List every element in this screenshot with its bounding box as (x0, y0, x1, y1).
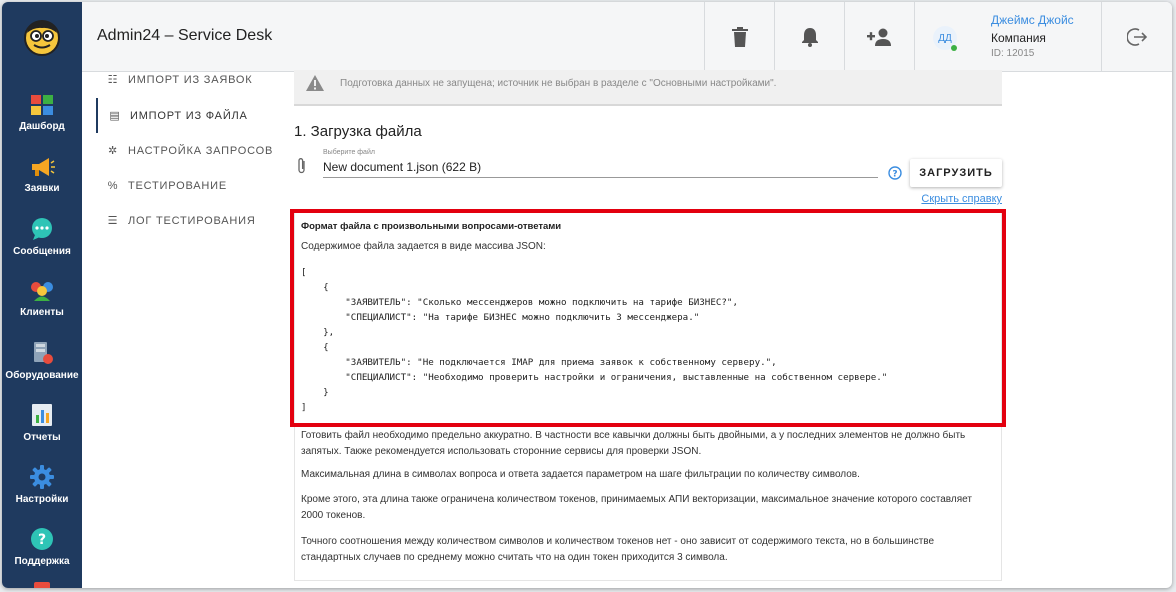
notifications-button[interactable] (774, 2, 844, 72)
bell-icon (801, 28, 818, 47)
sidebar-item-reports[interactable]: Отчеты (2, 392, 82, 454)
section-title: 1. Загрузка файла (294, 123, 422, 140)
warning-icon (306, 75, 324, 91)
sidebar-item-equipment[interactable]: Оборудование (2, 330, 82, 392)
add-user-icon (866, 28, 891, 46)
sidebar-item-label: Поддержка (14, 556, 70, 567)
app-window: Дашборд Заявки Сообщения Клиенты Оборудо… (2, 2, 1172, 588)
file-field-label: Выберите файл (323, 149, 375, 156)
submenu-import-from-requests[interactable]: ☷ Импорт из заявок (96, 62, 276, 97)
logout-icon (1127, 28, 1147, 46)
user-company: Компания (991, 31, 1046, 45)
sidebar-item-support[interactable]: ? Поддержка (2, 516, 82, 578)
hide-help-link[interactable]: Скрыть справку (907, 193, 1002, 205)
highlight-frame (290, 209, 1006, 427)
user-id: ID: 12015 (991, 48, 1035, 59)
help-icon: ? (31, 528, 53, 550)
help-paragraph-2: Максимальная длина в символах вопроса и … (301, 469, 860, 480)
paperclip-icon (298, 158, 305, 174)
trash-icon (731, 27, 748, 47)
question-icon[interactable]: ? (888, 166, 902, 180)
app-logo[interactable] (2, 2, 82, 72)
add-user-button[interactable] (844, 2, 914, 72)
logout-button[interactable] (1102, 2, 1172, 72)
chat-icon (32, 218, 52, 240)
percent-icon: % (107, 179, 119, 192)
help-paragraph-1: Готовить файл необходимо предельно аккур… (301, 430, 966, 457)
submenu-request-settings[interactable]: ✲ Настройка запросов (96, 133, 276, 168)
sidebar-item-settings[interactable]: Настройки (2, 454, 82, 516)
app-title: Admin24 – Service Desk (97, 27, 273, 44)
upload-button[interactable]: ЗАГРУЗИТЬ (910, 159, 1002, 187)
sidebar-item-label: Настройки (15, 494, 69, 505)
sidebar-item-label: Клиенты (20, 307, 64, 318)
sidebar-item-label: Оборудование (5, 370, 79, 381)
submenu-testing[interactable]: % Тестирование (96, 168, 276, 203)
sidebar-item-clients[interactable]: Клиенты (2, 268, 82, 330)
sidebar-item-messages[interactable]: Сообщения (2, 206, 82, 268)
dashboard-icon (31, 95, 53, 115)
main-sidebar: Дашборд Заявки Сообщения Клиенты Оборудо… (2, 2, 82, 588)
help-paragraph-4: Точного соотношения между количеством си… (301, 536, 935, 563)
help-paragraph-3: Кроме этого, эта длина также ограничена … (301, 494, 972, 521)
gear-icon (30, 465, 54, 489)
logo-face-icon (24, 20, 60, 56)
warning-alert: Подготовка данных не запущена; источник … (294, 70, 1002, 106)
file-input[interactable]: New document 1.json (622 B) (323, 160, 878, 178)
megaphone-icon (32, 158, 55, 176)
user-name[interactable]: Джеймс Джойс (991, 13, 1074, 27)
clients-icon (31, 282, 53, 301)
submenu-import-from-file[interactable]: ▤ Импорт из файла (96, 98, 276, 133)
sidebar-item-requests[interactable]: Заявки (2, 144, 82, 206)
sidebar-item-label: Заявки (24, 183, 60, 194)
import-requests-icon: ☷ (107, 74, 119, 86)
sidebar-item-label: Отчеты (23, 432, 61, 443)
list-icon: ☰ (107, 215, 119, 227)
alert-text: Подготовка данных не запущена; источник … (340, 78, 777, 89)
sidebar-item-label: Сообщения (13, 246, 71, 257)
submenu-testing-log[interactable]: ☰ Лог тестирования (96, 203, 276, 238)
svg-text:?: ? (892, 170, 897, 180)
sidebar-more-icon (34, 582, 50, 588)
reports-icon (32, 404, 52, 426)
sidebar-item-label: Дашборд (19, 121, 65, 132)
trash-button[interactable] (704, 2, 774, 72)
file-icon: ▤ (109, 110, 121, 122)
settings-icon: ✲ (107, 145, 119, 157)
user-profile[interactable]: ДД Джеймс Джойс Компания ID: 12015 (914, 2, 1102, 72)
equipment-icon (34, 342, 53, 364)
online-status-dot (951, 45, 957, 51)
svg-text:?: ? (38, 532, 46, 548)
sidebar-item-dashboard[interactable]: Дашборд (2, 82, 82, 144)
